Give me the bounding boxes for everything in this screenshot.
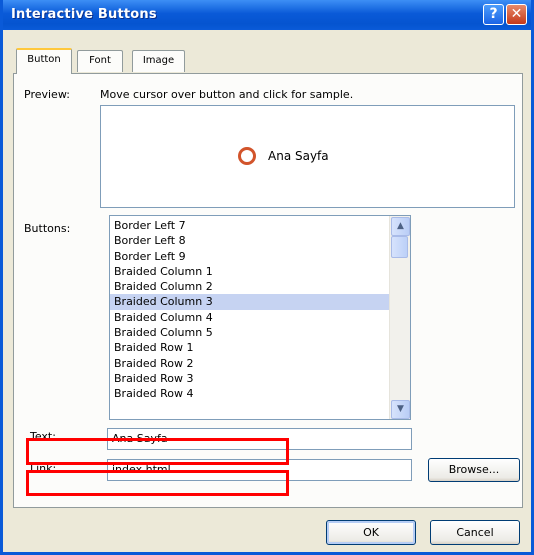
tab-font[interactable]: Font [77,50,123,72]
help-button[interactable]: ? [483,4,504,25]
ok-button[interactable]: OK [326,520,416,545]
list-scrollbar[interactable]: ▲ ▼ [389,216,410,419]
close-button[interactable]: ✕ [506,4,527,25]
sample-button-text: Ana Sayfa [268,149,329,163]
preview-label: Preview: [24,88,70,101]
preview-area[interactable]: Ana Sayfa [100,105,515,208]
scroll-thumb[interactable] [391,236,408,258]
sample-button[interactable]: Ana Sayfa [238,142,329,170]
buttons-list[interactable]: Border Left 7 Border Left 8 Border Left … [109,215,411,420]
annotation-box-text [26,438,289,465]
list-item[interactable]: Braided Column 5 [110,325,390,340]
list-item[interactable]: Border Left 7 [110,218,390,233]
tab-button[interactable]: Button [16,48,72,74]
list-item[interactable]: Braided Column 1 [110,264,390,279]
list-item[interactable]: Braided Row 3 [110,371,390,386]
preview-hint: Move cursor over button and click for sa… [100,88,354,101]
window-title: Interactive Buttons [11,7,157,22]
tab-image-label: Image [142,55,175,66]
tab-font-label: Font [89,55,111,66]
browse-button[interactable]: Browse... [428,458,520,482]
buttons-label: Buttons: [24,222,71,235]
scroll-down-icon[interactable]: ▼ [391,400,410,419]
cancel-button[interactable]: Cancel [430,520,520,545]
list-item[interactable]: Braided Column 2 [110,279,390,294]
close-icon: ✕ [510,6,523,22]
tab-image[interactable]: Image [132,50,185,72]
list-item[interactable]: Braided Column 4 [110,310,390,325]
list-item[interactable]: Border Left 9 [110,249,390,264]
list-item[interactable]: Border Left 8 [110,233,390,248]
list-item[interactable]: Braided Row 1 [110,340,390,355]
ring-icon [238,147,256,165]
interactive-buttons-dialog: Interactive Buttons ? ✕ Button Font Imag… [0,0,534,555]
title-bar[interactable]: Interactive Buttons ? ✕ [3,0,531,30]
tab-button-label: Button [27,54,61,65]
help-icon: ? [489,6,498,22]
list-item[interactable]: Braided Row 2 [110,356,390,371]
annotation-box-link [26,470,289,496]
scroll-up-icon[interactable]: ▲ [391,217,410,236]
list-item-selected[interactable]: Braided Column 3 [110,294,390,310]
list-item[interactable]: Braided Row 4 [110,386,390,401]
